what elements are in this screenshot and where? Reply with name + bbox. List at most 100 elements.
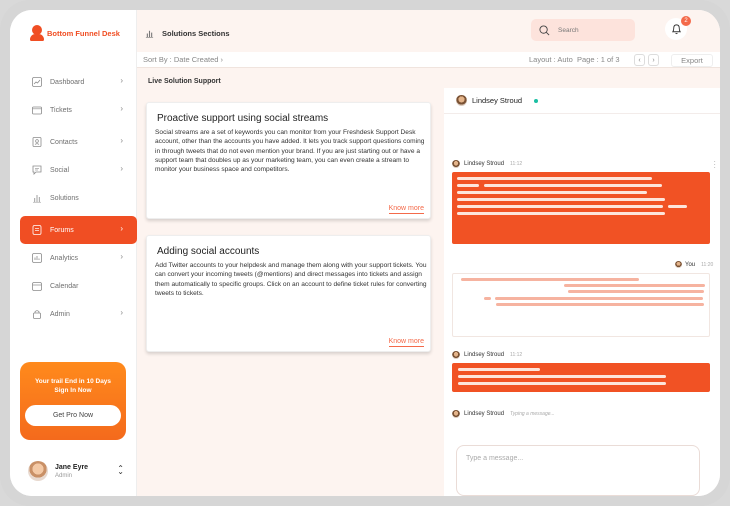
layout-label[interactable]: Layout : Auto: [529, 55, 573, 64]
solutions-icon: [145, 30, 154, 38]
avatar: [452, 351, 460, 359]
device-frame: Bottom Funnel Desk Dashboard › Tickets ›…: [0, 0, 730, 506]
page-title: Solutions Sections: [145, 29, 230, 38]
user-name: Jane Eyre: [55, 463, 89, 471]
dashboard-icon: [32, 77, 42, 87]
contact-avatar: [456, 95, 467, 106]
contact-name[interactable]: Lindsey Stroud: [472, 96, 522, 105]
card-title: Adding social accounts: [157, 246, 260, 257]
message-meta: Lindsey Stroud 11:12: [464, 161, 522, 167]
solution-card: Proactive support using social streams S…: [146, 102, 431, 219]
sidebar-item-solutions[interactable]: Solutions: [20, 184, 137, 212]
sidebar-item-tickets[interactable]: Tickets ›: [20, 96, 137, 124]
message-meta: You 11:20: [675, 261, 713, 268]
bell-icon: [671, 24, 681, 35]
sidebar-item-analytics[interactable]: Analytics ›: [20, 244, 137, 272]
brand-logo[interactable]: Bottom Funnel Desk: [30, 25, 120, 41]
sidebar-item-label: Contacts: [50, 138, 78, 146]
list-toolbar: Sort By : Date Created › Layout : Auto P…: [137, 52, 720, 68]
search-input[interactable]: Search: [531, 19, 635, 41]
sidebar-item-label: Tickets: [50, 106, 72, 114]
sender-name: Lindsey Stroud: [464, 161, 505, 167]
avatar: [28, 461, 48, 481]
sidebar-item-label: Solutions: [50, 194, 79, 202]
card-title: Proactive support using social streams: [157, 113, 329, 124]
search-placeholder: Search: [558, 26, 579, 34]
chevron-right-icon: ›: [120, 308, 123, 317]
notifications-button[interactable]: 2: [665, 16, 691, 40]
know-more-link[interactable]: Know more: [388, 338, 424, 347]
section-title: Live Solution Support: [148, 78, 221, 85]
social-icon: [32, 165, 42, 175]
chevron-right-icon: ›: [120, 224, 123, 233]
page-title-text: Solutions Sections: [162, 29, 230, 38]
brand-logo-icon: [30, 25, 44, 41]
card-body: Social streams are a set of keywords you…: [155, 129, 425, 174]
card-body: Add Twitter accounts to your helpdesk an…: [155, 262, 427, 297]
avatar: [452, 410, 460, 418]
sidebar-item-label: Social: [50, 166, 70, 174]
sidebar-item-calendar[interactable]: Calendar: [20, 272, 137, 300]
search-icon: [539, 24, 550, 35]
page-indicator: Page : 1 of 3: [576, 55, 620, 64]
sidebar-item-contacts[interactable]: Contacts ›: [20, 128, 137, 156]
user-profile[interactable]: Jane Eyre Admin ⌃ ⌄: [28, 460, 128, 482]
next-page-button[interactable]: ›: [648, 54, 659, 66]
top-bar: Solutions Sections Search 2: [137, 10, 720, 54]
message-time: 11:12: [510, 352, 523, 358]
solutions-icon: [32, 193, 42, 203]
message-bubble: [452, 273, 710, 337]
notification-badge: 2: [681, 16, 691, 26]
promo-line-1: Your trail End in 10 Days: [34, 378, 112, 385]
prev-page-button[interactable]: ‹: [634, 54, 645, 66]
avatar: [452, 160, 460, 168]
sort-dropdown[interactable]: Sort By : Date Created ›: [143, 55, 223, 64]
sidebar: Bottom Funnel Desk Dashboard › Tickets ›…: [10, 10, 137, 496]
contacts-icon: [32, 137, 42, 147]
sender-name: Lindsey Stroud: [464, 352, 505, 358]
more-options-icon[interactable]: · · ·: [713, 158, 716, 172]
sidebar-item-social[interactable]: Social ›: [20, 156, 137, 184]
user-role: Admin: [55, 472, 73, 479]
main-area: Solutions Sections Search 2 Sort By : Da…: [137, 10, 720, 496]
promo-line-2: Sign In Now: [54, 387, 92, 394]
chevron-right-icon: ›: [120, 76, 123, 85]
chevron-right-icon: ›: [220, 55, 224, 64]
sort-label: Sort By : Date Created: [143, 55, 219, 64]
message-input[interactable]: [456, 445, 700, 496]
chevron-right-icon: ›: [120, 252, 123, 261]
message-bubble: [452, 172, 710, 244]
sidebar-item-label: Analytics: [50, 254, 79, 262]
admin-icon: [32, 309, 42, 319]
get-pro-button[interactable]: Get Pro Now: [25, 405, 121, 426]
typing-indicator: Lindsey Stroud Typing a message...: [464, 411, 555, 417]
sidebar-item-label: Forums: [50, 226, 74, 234]
online-status-indicator: [534, 99, 538, 103]
message-bubble: [452, 363, 710, 392]
sidebar-nav: Dashboard › Tickets › Contacts › Social …: [20, 68, 137, 328]
forums-icon: [32, 225, 42, 235]
brand-name: Bottom Funnel Desk: [47, 28, 120, 38]
chat-header: Lindsey Stroud: [444, 88, 720, 114]
sidebar-item-admin[interactable]: Admin ›: [20, 300, 137, 328]
avatar: [675, 261, 682, 268]
layout-info: Layout : Auto Page : 1 of 3: [529, 55, 620, 64]
export-button[interactable]: Export: [671, 54, 713, 67]
chevron-right-icon: ›: [120, 164, 123, 173]
ticket-icon: [32, 105, 42, 115]
solution-card: Adding social accounts Add Twitter accou…: [146, 235, 431, 352]
trial-promo: Your trail End in 10 Days Sign In Now Ge…: [20, 362, 126, 440]
expand-toggle-icon[interactable]: ⌃ ⌄: [117, 464, 124, 482]
know-more-link[interactable]: Know more: [388, 205, 424, 214]
sidebar-item-label: Admin: [50, 310, 70, 318]
sender-name: Lindsey Stroud: [464, 411, 505, 417]
chat-panel: Lindsey Stroud · · · Lindsey Stroud 11:12 Y…: [444, 88, 720, 496]
sidebar-item-forums[interactable]: Forums ›: [20, 216, 137, 244]
chevron-right-icon: ›: [120, 104, 123, 113]
sidebar-item-label: Calendar: [50, 282, 79, 290]
sender-name: You: [685, 262, 696, 269]
chevron-right-icon: ›: [120, 136, 123, 145]
sidebar-item-dashboard[interactable]: Dashboard ›: [20, 68, 137, 96]
sidebar-item-label: Dashboard: [50, 78, 85, 86]
app-screen: Bottom Funnel Desk Dashboard › Tickets ›…: [10, 10, 720, 496]
